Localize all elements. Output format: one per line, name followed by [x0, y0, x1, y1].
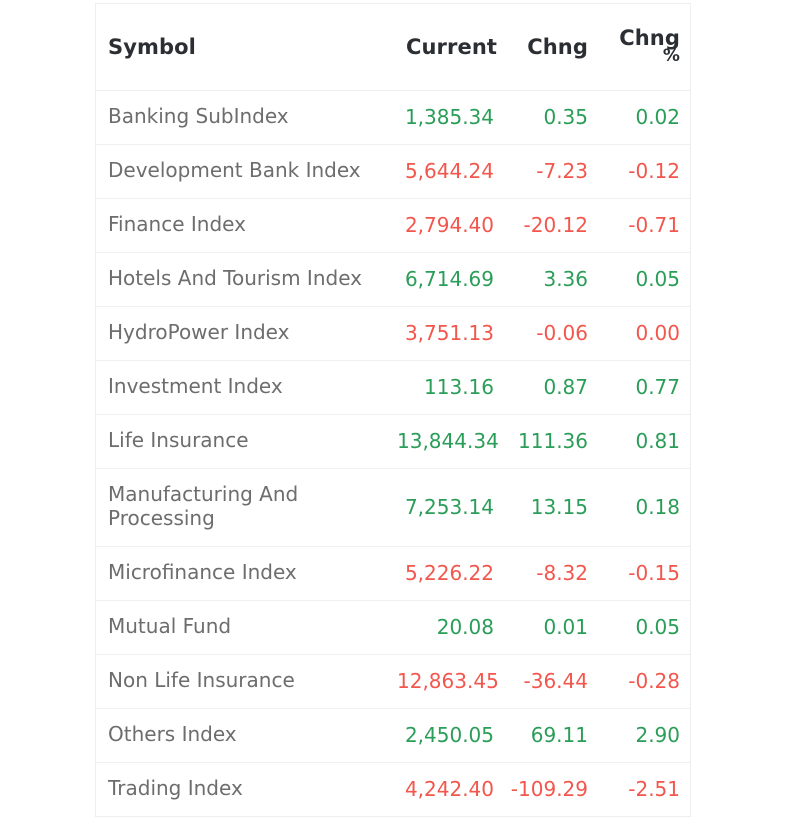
- table-row[interactable]: HydroPower Index 3,751.13 -0.06 0.00: [96, 305, 690, 360]
- table-row[interactable]: Manufacturing And Processing 7,253.14 13.1…: [96, 467, 690, 546]
- cell-chng: 13.15: [504, 467, 598, 546]
- column-header-chng-percent[interactable]: Chng%: [598, 4, 690, 91]
- cell-symbol[interactable]: Trading Index: [96, 761, 396, 816]
- cell-current: 3,751.13: [396, 305, 504, 360]
- table-row[interactable]: Life Insurance 13,844.34 111.36 0.81: [96, 413, 690, 468]
- cell-current: 113.16: [396, 359, 504, 414]
- cell-symbol[interactable]: Investment Index: [96, 359, 396, 414]
- cell-chng-percent: -0.71: [598, 197, 690, 252]
- table-body: Banking SubIndex 1,385.34 0.35 0.02 Developm…: [96, 90, 690, 816]
- cell-chng-percent: 0.05: [598, 599, 690, 654]
- cell-chng-percent: 0.05: [598, 251, 690, 306]
- cell-chng: -8.32: [504, 545, 598, 600]
- cell-symbol[interactable]: Microfinance Index: [96, 545, 396, 600]
- cell-current: 2,450.05: [396, 707, 504, 762]
- sector-index-table: Symbol Current Chng Chng% Banking SubInd…: [96, 4, 690, 816]
- cell-current: 13,844.34: [396, 413, 504, 468]
- cell-symbol[interactable]: Life Insurance: [96, 413, 396, 468]
- table-header: Symbol Current Chng Chng%: [96, 4, 690, 91]
- table-row[interactable]: Mutual Fund 20.08 0.01 0.05: [96, 599, 690, 654]
- cell-current: 5,226.22: [396, 545, 504, 600]
- table-row[interactable]: Non Life Insurance 12,863.45 -36.44 -0.28: [96, 653, 690, 708]
- table-row[interactable]: Finance Index 2,794.40 -20.12 -0.71: [96, 197, 690, 252]
- cell-current: 1,385.34: [396, 90, 504, 144]
- cell-chng: 3.36: [504, 251, 598, 306]
- cell-symbol[interactable]: Hotels And Tourism Index: [96, 251, 396, 306]
- table-row[interactable]: Microfinance Index 5,226.22 -8.32 -0.15: [96, 545, 690, 600]
- cell-current: 7,253.14: [396, 467, 504, 546]
- cell-chng-percent: 0.77: [598, 359, 690, 414]
- cell-chng-percent: 0.02: [598, 90, 690, 144]
- cell-symbol[interactable]: HydroPower Index: [96, 305, 396, 360]
- cell-chng-percent: 0.18: [598, 467, 690, 546]
- sector-index-table-container: Symbol Current Chng Chng% Banking SubInd…: [95, 3, 691, 817]
- cell-chng: 0.87: [504, 359, 598, 414]
- cell-chng-percent: -0.15: [598, 545, 690, 600]
- cell-chng: -7.23: [504, 143, 598, 198]
- cell-symbol[interactable]: Manufacturing And Processing: [96, 467, 396, 546]
- cell-chng: -20.12: [504, 197, 598, 252]
- column-header-chng[interactable]: Chng: [504, 4, 598, 91]
- table-row[interactable]: Hotels And Tourism Index 6,714.69 3.36 0.05: [96, 251, 690, 306]
- cell-chng: -0.06: [504, 305, 598, 360]
- cell-symbol[interactable]: Banking SubIndex: [96, 90, 396, 144]
- cell-symbol[interactable]: Finance Index: [96, 197, 396, 252]
- column-header-current[interactable]: Current: [396, 4, 504, 91]
- cell-chng: -109.29: [504, 761, 598, 816]
- cell-chng: 0.01: [504, 599, 598, 654]
- cell-current: 5,644.24: [396, 143, 504, 198]
- cell-current: 20.08: [396, 599, 504, 654]
- table-row[interactable]: Development Bank Index 5,644.24 -7.23 -0.12: [96, 143, 690, 198]
- column-header-symbol[interactable]: Symbol: [96, 4, 396, 91]
- table-row[interactable]: Banking SubIndex 1,385.34 0.35 0.02: [96, 90, 690, 144]
- cell-current: 2,794.40: [396, 197, 504, 252]
- table-row[interactable]: Investment Index 113.16 0.87 0.77: [96, 359, 690, 414]
- table-row[interactable]: Trading Index 4,242.40 -109.29 -2.51: [96, 761, 690, 816]
- cell-chng: 69.11: [504, 707, 598, 762]
- cell-chng-percent: -0.12: [598, 143, 690, 198]
- cell-chng-percent: -2.51: [598, 761, 690, 816]
- cell-chng-percent: -0.28: [598, 653, 690, 708]
- cell-chng: 0.35: [504, 90, 598, 144]
- column-header-chng-percent-symbol: %: [662, 46, 680, 67]
- cell-symbol[interactable]: Others Index: [96, 707, 396, 762]
- cell-current: 12,863.45: [396, 653, 504, 708]
- cell-chng-percent: 2.90: [598, 707, 690, 762]
- table-row[interactable]: Others Index 2,450.05 69.11 2.90: [96, 707, 690, 762]
- cell-symbol[interactable]: Non Life Insurance: [96, 653, 396, 708]
- cell-chng-percent: 0.00: [598, 305, 690, 360]
- cell-current: 6,714.69: [396, 251, 504, 306]
- cell-symbol[interactable]: Mutual Fund: [96, 599, 396, 654]
- cell-symbol[interactable]: Development Bank Index: [96, 143, 396, 198]
- page-root: Symbol Current Chng Chng% Banking SubInd…: [0, 0, 788, 838]
- cell-chng: 111.36: [504, 413, 598, 468]
- cell-current: 4,242.40: [396, 761, 504, 816]
- cell-chng: -36.44: [504, 653, 598, 708]
- cell-chng-percent: 0.81: [598, 413, 690, 468]
- table-header-row: Symbol Current Chng Chng%: [96, 4, 690, 91]
